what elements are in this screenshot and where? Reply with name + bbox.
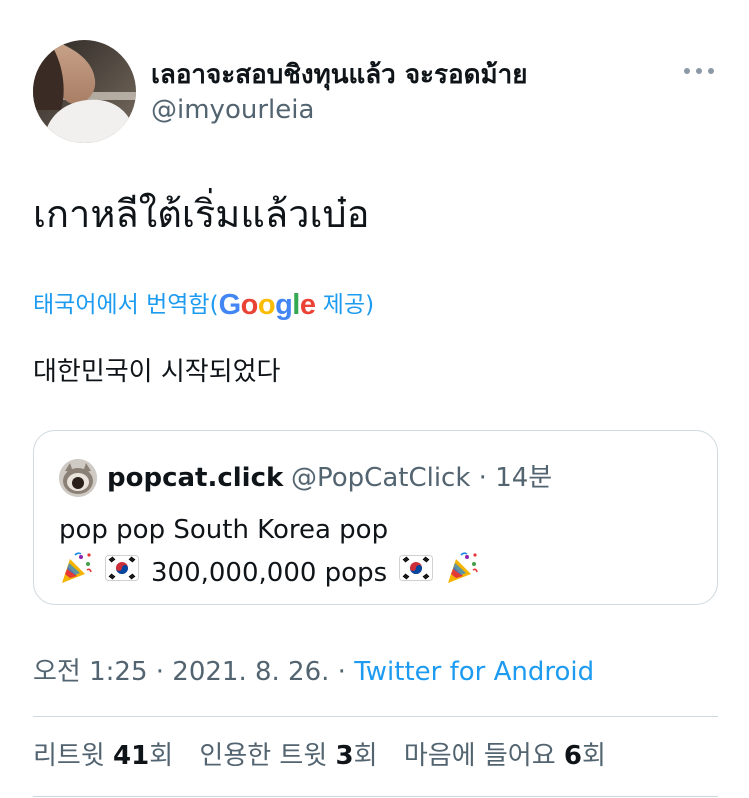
quoted-author-meta: @PopCatClick · 14분 (291, 463, 553, 493)
divider (33, 796, 718, 797)
more-dot (684, 68, 690, 74)
author-avatar[interactable] (33, 40, 136, 143)
likes-count: 6 (563, 741, 582, 771)
quoted-tweet-text: pop pop South Korea pop (59, 515, 389, 545)
translate-suffix: 제공) (315, 292, 375, 318)
translate-prefix: 태국어에서 번역함( (33, 292, 219, 318)
tweet-stats: 리트윗 41회 인용한 트윗 3회 마음에 들어요 6회 (33, 738, 624, 774)
translated-text: 대한민국이 시작되었다 (33, 357, 281, 387)
more-options-icon[interactable] (684, 64, 714, 78)
retweets-unit: 회 (149, 741, 174, 771)
divider (33, 716, 718, 717)
likes-unit: 회 (581, 741, 606, 771)
quoted-author-name[interactable]: popcat.click (107, 461, 283, 495)
south-korea-flag-icon (105, 555, 139, 591)
author-display-name[interactable]: เลอาจะสอบชิงทุนแล้ว จะรอดม้าย (151, 58, 527, 92)
party-popper-icon (445, 551, 479, 595)
quoted-tweet[interactable]: popcat.click @PopCatClick · 14분 pop pop … (33, 430, 718, 605)
more-dot (696, 68, 702, 74)
south-korea-flag-icon (399, 555, 434, 591)
tweet-timestamp-row: 오전 1:25 · 2021. 8. 26. · Twitter for And… (33, 655, 594, 689)
retweets-label: 리트윗 (33, 741, 114, 771)
pop-count: 300,000,000 pops (151, 558, 388, 588)
quoted-author-avatar[interactable] (59, 459, 97, 497)
more-dot (708, 68, 714, 74)
quote-tweets-stat[interactable]: 인용한 트윗 3회 (199, 741, 377, 771)
quote-tweets-unit: 회 (353, 741, 378, 771)
likes-stat[interactable]: 마음에 들어요 6회 (404, 741, 606, 771)
tweet-text: เกาหลีใต้เริ่มแล้วเบ๋อ (33, 192, 370, 236)
tweet-timestamp[interactable]: 오전 1:25 · 2021. 8. 26. · (33, 657, 354, 687)
quote-tweets-label: 인용한 트윗 (199, 741, 336, 771)
translate-link[interactable]: 태국어에서 번역함(Google 제공) (33, 288, 374, 322)
party-popper-icon (59, 551, 93, 595)
likes-label: 마음에 들어요 (403, 741, 564, 771)
retweets-stat[interactable]: 리트윗 41회 (33, 741, 173, 771)
author-handle[interactable]: @imyourleia (151, 94, 314, 126)
google-logo: Google (218, 289, 316, 321)
quoted-tweet-text-line2: 300,000,000 pops (59, 551, 491, 595)
retweets-count: 41 (113, 741, 150, 771)
tweet-source-link[interactable]: Twitter for Android (354, 657, 594, 687)
quote-tweets-count: 3 (335, 741, 354, 771)
